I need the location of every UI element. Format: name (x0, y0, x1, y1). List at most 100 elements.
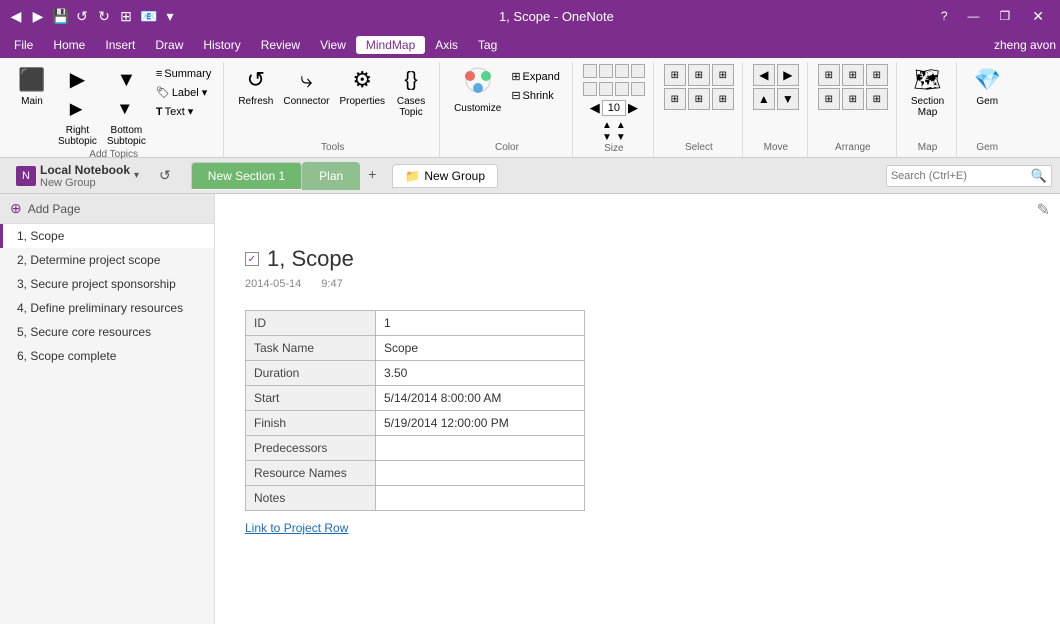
field-value[interactable]: 1 (376, 311, 585, 336)
page-item-determine[interactable]: 2, Determine project scope (0, 248, 214, 272)
send-icon[interactable]: 📧 (140, 8, 156, 24)
select-btn-2[interactable]: ⊞ (688, 64, 710, 86)
undo-notebook-button[interactable]: ↺ (155, 165, 175, 186)
arrange-btn-3[interactable]: ⊞ (866, 64, 888, 86)
tab-plan[interactable]: Plan (302, 162, 360, 190)
size-down-arrow-2[interactable]: ▼ (616, 132, 626, 143)
select-btn-1[interactable]: ⊞ (664, 64, 686, 86)
add-section-button[interactable]: + (360, 162, 384, 190)
search-input[interactable] (891, 170, 1031, 182)
close-button[interactable]: ✕ (1024, 6, 1052, 27)
menu-view[interactable]: View (310, 36, 356, 54)
field-value[interactable]: Scope (376, 336, 585, 361)
move-btn-3[interactable]: ▲ (753, 88, 775, 110)
field-value[interactable] (376, 461, 585, 486)
save-icon[interactable]: 💾 (52, 8, 68, 24)
menu-mindmap[interactable]: MindMap (356, 36, 425, 54)
menu-insert[interactable]: Insert (95, 36, 145, 54)
ribbon-right-subtopic-button[interactable]: ▶▶ RightSubtopic (54, 64, 101, 149)
page-item-scope-complete[interactable]: 6, Scope complete (0, 344, 214, 368)
size-up-arrow[interactable]: ▲ (602, 120, 612, 131)
select-btn-3[interactable]: ⊞ (712, 64, 734, 86)
ribbon-cases-topic-button[interactable]: {} CasesTopic (391, 64, 431, 120)
tab-new-section-1[interactable]: New Section 1 (191, 162, 302, 190)
link-to-project-row[interactable]: Link to Project Row (245, 521, 348, 535)
redo-icon[interactable]: ↻ (96, 8, 112, 24)
ribbon-gem-button[interactable]: 💎 Gem (967, 64, 1007, 109)
page-body: ✓ 1, Scope 2014-05-14 9:47 ID 1 Task Nam… (215, 226, 1060, 555)
notebook-selector[interactable]: N Local Notebook New Group ▾ (8, 159, 147, 193)
menu-review[interactable]: Review (251, 36, 310, 54)
move-btn-4[interactable]: ▼ (777, 88, 799, 110)
back-icon[interactable]: ◀ (8, 8, 24, 24)
size-up-arrow-2[interactable]: ▲ (616, 120, 626, 131)
size-left-arrow[interactable]: ◀ (590, 100, 600, 116)
arrange-btn-2[interactable]: ⊞ (842, 64, 864, 86)
mindmap-icon[interactable]: ⊞ (118, 8, 134, 24)
add-page-button[interactable]: ⊕ Add Page (0, 194, 214, 224)
ribbon-section-map-button[interactable]: 🗺 SectionMap (907, 64, 948, 120)
ribbon-expand-button[interactable]: ⊞ Expand (507, 68, 564, 85)
ribbon-summary-button[interactable]: ≡ Summary (152, 66, 215, 82)
notebook-dropdown-icon[interactable]: ▾ (134, 170, 139, 181)
right-subtopic-label: RightSubtopic (58, 125, 97, 147)
arrange-btn-5[interactable]: ⊞ (842, 88, 864, 110)
undo-icon[interactable]: ↺ (74, 8, 90, 24)
forward-icon[interactable]: ▶ (30, 8, 46, 24)
grid-3-button[interactable] (615, 64, 629, 78)
page-item-secure-core[interactable]: 5, Secure core resources (0, 320, 214, 344)
arrange-btn-6[interactable]: ⊞ (866, 88, 888, 110)
size-right-arrow[interactable]: ▶ (628, 100, 638, 116)
page-item-define[interactable]: 4, Define preliminary resources (0, 296, 214, 320)
edit-icon[interactable]: ✎ (1035, 198, 1052, 222)
ribbon-customize-button[interactable]: Customize (450, 64, 505, 116)
ribbon-refresh-button[interactable]: ↺ Refresh (234, 64, 277, 109)
size-down-arrow[interactable]: ▼ (602, 132, 612, 143)
field-value[interactable]: 5/19/2014 12:00:00 PM (376, 411, 585, 436)
menu-tag[interactable]: Tag (468, 36, 507, 54)
ribbon-shrink-button[interactable]: ⊟ Shrink (507, 87, 564, 104)
arrange-btn-4[interactable]: ⊞ (818, 88, 840, 110)
field-value[interactable] (376, 486, 585, 511)
menu-home[interactable]: Home (43, 36, 95, 54)
field-value[interactable] (376, 436, 585, 461)
new-group-tab[interactable]: 📁 New Group (392, 164, 498, 188)
select-btn-6[interactable]: ⊞ (712, 88, 734, 110)
ribbon-text-button[interactable]: T Text ▾ (152, 103, 215, 120)
grid-6-button[interactable] (599, 82, 613, 96)
grid-8-button[interactable] (631, 82, 645, 96)
field-value[interactable]: 3.50 (376, 361, 585, 386)
help-button[interactable]: ? (935, 7, 954, 25)
down-icon[interactable]: ▾ (162, 8, 178, 24)
ribbon-color-buttons: Customize ⊞ Expand ⊟ Shrink (450, 64, 564, 142)
section-map-label: SectionMap (911, 96, 944, 118)
grid-2-button[interactable] (599, 64, 613, 78)
minimize-button[interactable]: — (962, 7, 986, 25)
page-item-secure-sponsor[interactable]: 3, Secure project sponsorship (0, 272, 214, 296)
menu-history[interactable]: History (193, 36, 250, 54)
field-value[interactable]: 5/14/2014 8:00:00 AM (376, 386, 585, 411)
move-btn-1[interactable]: ◀ (753, 64, 775, 86)
arrange-btn-1[interactable]: ⊞ (818, 64, 840, 86)
menu-draw[interactable]: Draw (145, 36, 193, 54)
page-checkbox[interactable]: ✓ (245, 252, 259, 266)
size-value[interactable]: 10 (602, 100, 626, 116)
menu-axis[interactable]: Axis (425, 36, 468, 54)
select-btn-4[interactable]: ⊞ (664, 88, 686, 110)
move-btn-2[interactable]: ▶ (777, 64, 799, 86)
ribbon-main-button[interactable]: ⬛ Main (12, 64, 52, 109)
maximize-button[interactable]: ❐ (994, 7, 1017, 25)
right-subtopic-icon: ▶▶ (70, 66, 85, 123)
page-item-scope[interactable]: 1, Scope (0, 224, 214, 248)
grid-4-button[interactable] (631, 64, 645, 78)
ribbon-properties-button[interactable]: ⚙ Properties (335, 64, 389, 109)
grid-5-button[interactable] (583, 82, 597, 96)
search-button[interactable]: 🔍 (1031, 168, 1047, 184)
grid-1-button[interactable] (583, 64, 597, 78)
select-btn-5[interactable]: ⊞ (688, 88, 710, 110)
grid-7-button[interactable] (615, 82, 629, 96)
ribbon-label-button[interactable]: 🏷 Label ▾ (152, 84, 215, 101)
ribbon-connector-button[interactable]: ⤷ Connector (279, 64, 333, 109)
ribbon-bottom-subtopic-button[interactable]: ▼▼ BottomSubtopic (103, 64, 150, 149)
menu-file[interactable]: File (4, 36, 43, 54)
